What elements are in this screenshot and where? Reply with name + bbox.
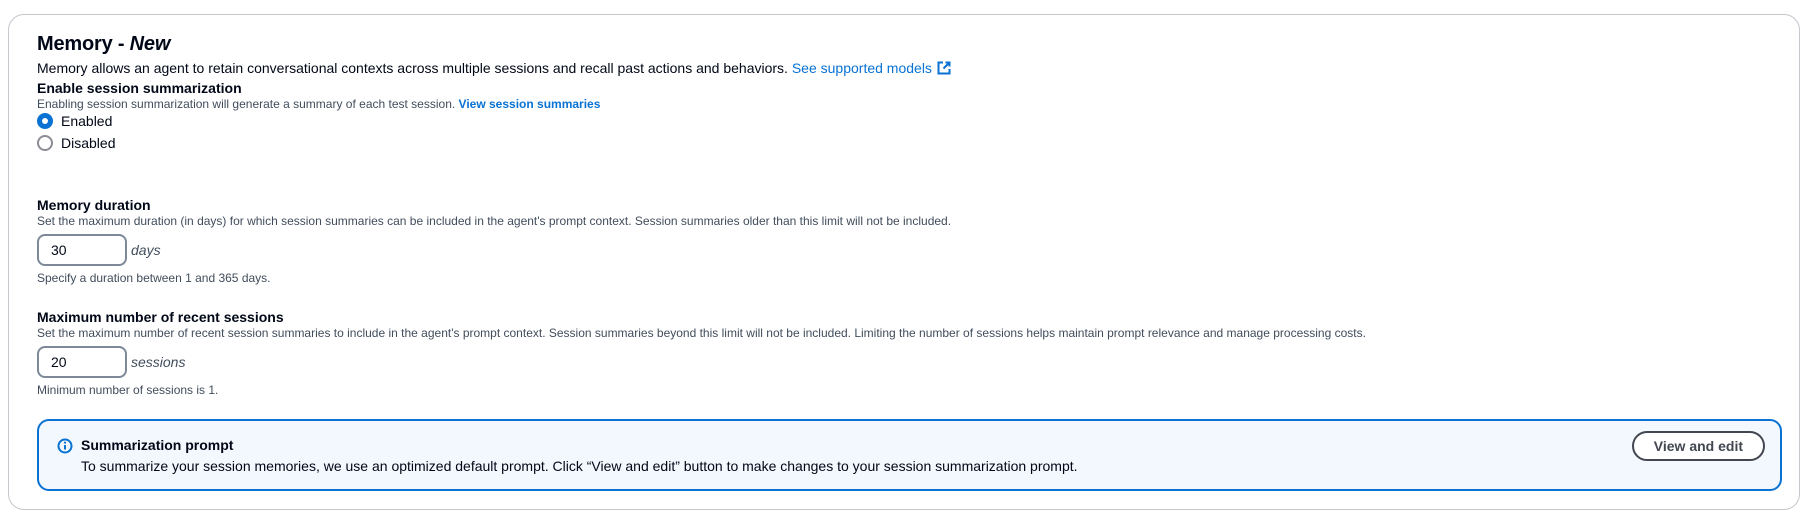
section-title: Memory - New: [37, 31, 170, 57]
radio-disabled-label: Disabled: [61, 135, 116, 151]
info-icon: [57, 438, 73, 454]
session-summarization-label: Enable session summarization: [37, 80, 242, 96]
section-description: Memory allows an agent to retain convers…: [37, 59, 951, 77]
radio-disabled[interactable]: Disabled: [37, 135, 115, 151]
section-title-text: Memory -: [37, 33, 130, 55]
max-sessions-label: Maximum number of recent sessions: [37, 309, 284, 325]
description-text: Memory allows an agent to retain convers…: [37, 60, 788, 76]
alert-title: Summarization prompt: [81, 437, 234, 453]
new-badge: New: [129, 33, 171, 55]
memory-duration-unit: days: [131, 242, 161, 258]
memory-duration-input[interactable]: [37, 234, 127, 266]
view-session-summaries-link[interactable]: View session summaries: [459, 97, 601, 111]
radio-enabled-label: Enabled: [61, 113, 113, 129]
max-sessions-unit: sessions: [131, 354, 186, 370]
radio-enabled-circle[interactable]: [37, 113, 53, 129]
memory-duration-hint: Set the maximum duration (in days) for w…: [37, 214, 952, 228]
external-link-icon: [937, 61, 951, 75]
memory-duration-constraint: Specify a duration between 1 and 365 day…: [37, 271, 271, 285]
see-supported-models-link[interactable]: See supported models: [792, 60, 951, 76]
alert-text: To summarize your session memories, we u…: [81, 458, 1078, 474]
view-and-edit-button[interactable]: View and edit: [1631, 431, 1765, 461]
max-sessions-hint: Set the maximum number of recent session…: [37, 326, 1366, 340]
radio-disabled-circle[interactable]: [37, 135, 53, 151]
memory-duration-label: Memory duration: [37, 197, 151, 213]
session-summarization-hint: Enabling session summarization will gene…: [37, 96, 600, 112]
session-summarization-hint-text: Enabling session summarization will gene…: [37, 97, 456, 111]
see-supported-models-label: See supported models: [791, 60, 932, 76]
radio-enabled[interactable]: Enabled: [37, 113, 112, 129]
max-sessions-constraint: Minimum number of sessions is 1.: [37, 383, 219, 397]
max-sessions-input[interactable]: [37, 346, 127, 378]
summarization-prompt-alert: Summarization prompt To summarize your s…: [37, 419, 1782, 491]
